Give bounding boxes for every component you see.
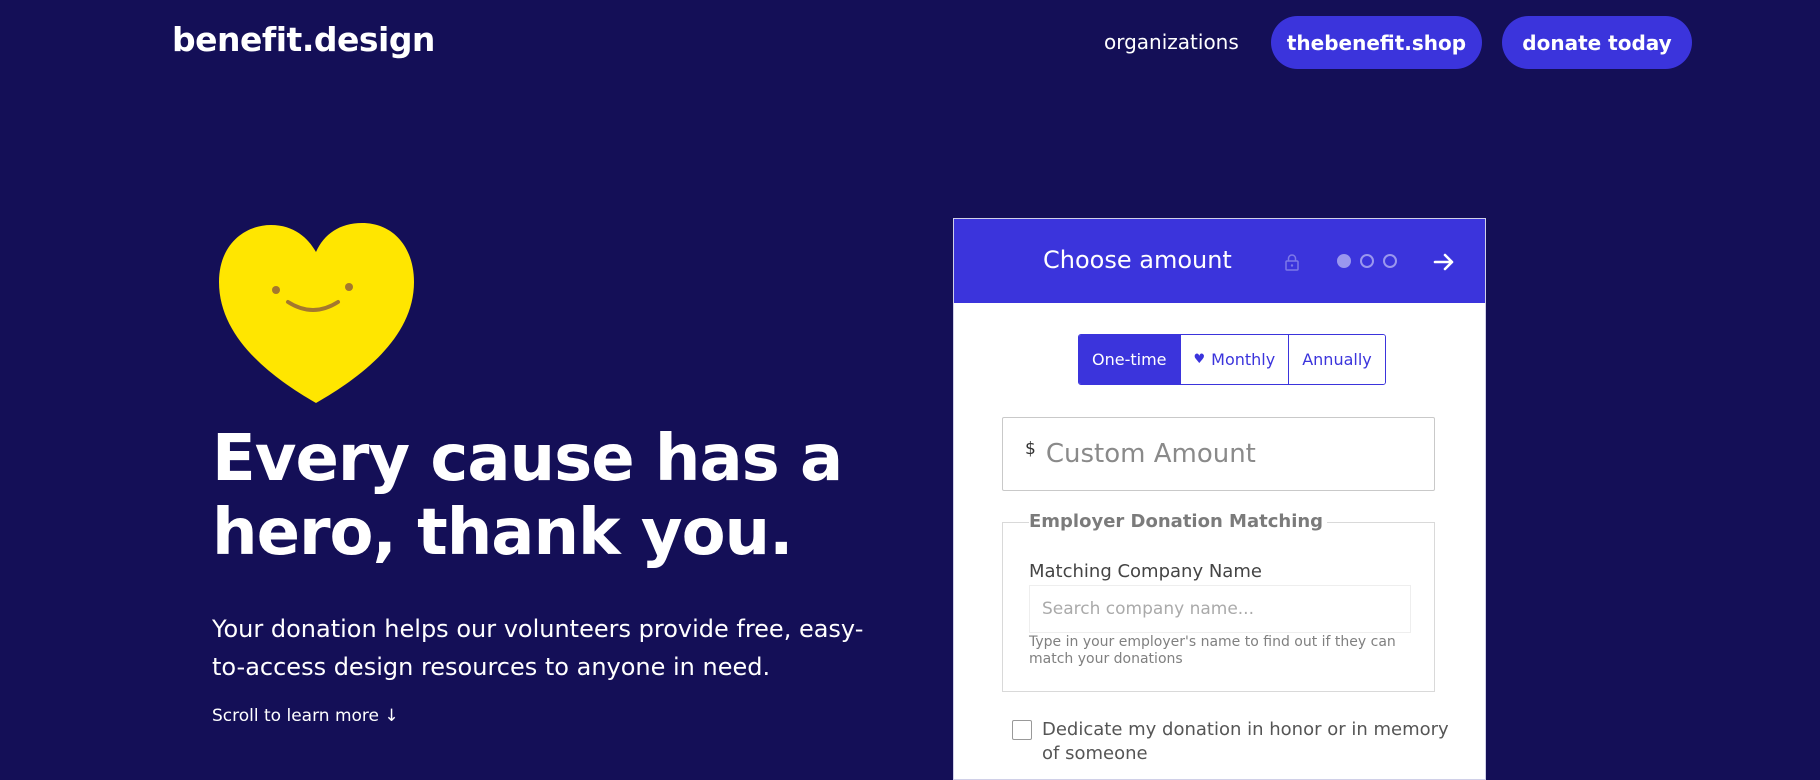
frequency-annually-button[interactable]: Annually [1288, 335, 1385, 384]
lock-icon [1285, 254, 1299, 271]
matching-help-text: Type in your employer's name to find out… [1029, 634, 1396, 667]
company-search-input[interactable] [1029, 585, 1411, 633]
frequency-monthly-label: Monthly [1211, 350, 1276, 369]
custom-amount-input[interactable] [1043, 438, 1428, 470]
scroll-to-learn-more-link[interactable]: Scroll to learn more ↓ [212, 706, 399, 726]
heart-icon: ♥ [1193, 352, 1206, 367]
brand-logo[interactable]: benefit.design [172, 20, 435, 59]
smiling-heart-icon [219, 223, 414, 403]
frequency-one-time-label: One-time [1092, 350, 1167, 369]
donation-form-title: Choose amount [1043, 246, 1232, 274]
arrow-right-icon[interactable] [1432, 250, 1456, 274]
top-navigation: benefit.design organizations thebenefit.… [0, 0, 1820, 84]
frequency-one-time-button[interactable]: One-time [1079, 335, 1180, 384]
step-dot-1 [1337, 254, 1351, 268]
hero-subtext: Your donation helps our volunteers provi… [212, 615, 864, 681]
dedicate-checkbox[interactable] [1012, 720, 1032, 740]
currency-symbol: $ [1025, 439, 1036, 459]
hero-headline: Every cause has a hero, thank you. [212, 422, 843, 570]
custom-amount-field: $ [1002, 417, 1435, 491]
step-indicator [1337, 254, 1397, 268]
donate-today-button[interactable]: donate today [1502, 16, 1692, 69]
donation-form-card: Choose amount [953, 218, 1486, 780]
employer-matching-legend: Employer Donation Matching [1029, 511, 1328, 532]
shop-button[interactable]: thebenefit.shop [1271, 16, 1482, 69]
step-dot-2 [1360, 254, 1374, 268]
step-dot-3 [1383, 254, 1397, 268]
frequency-toggle: One-time ♥ Monthly Annually [1078, 334, 1386, 385]
dedicate-label: Dedicate my donation in honor or in memo… [1042, 719, 1449, 764]
frequency-monthly-button[interactable]: ♥ Monthly [1179, 335, 1289, 384]
matching-company-label: Matching Company Name [1029, 561, 1262, 582]
dedicate-donation-option: Dedicate my donation in honor or in memo… [1012, 718, 1452, 766]
employer-matching-group: Employer Donation Matching Matching Comp… [1002, 511, 1435, 692]
frequency-annually-label: Annually [1302, 350, 1372, 369]
nav-organizations-link[interactable]: organizations [1104, 30, 1239, 54]
donation-form-header: Choose amount [954, 219, 1485, 303]
